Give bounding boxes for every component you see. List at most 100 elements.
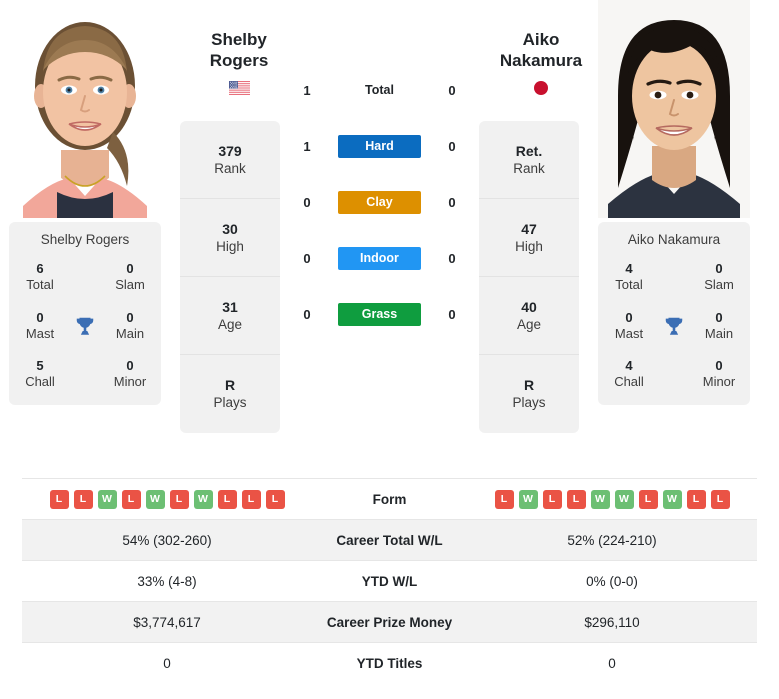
right-player-name-line1: Aiko (522, 30, 560, 49)
right-titles-chall: 4 Chall (614, 358, 644, 390)
left-titles-card: Shelby Rogers 6 Total 0 Slam 0 Mast 0 Ma… (9, 222, 161, 405)
left-player-name-line1: Shelby (211, 30, 267, 49)
h2h-indoor-right-score: 0 (448, 250, 456, 266)
left-form-badge[interactable]: L (265, 489, 285, 509)
left-ytd-wl: 33% (4-8) (22, 560, 312, 602)
flag-us-icon (179, 79, 299, 97)
left-titles-main: 0 Main (115, 309, 145, 341)
right-form-badge[interactable]: L (638, 489, 658, 509)
row-label-ytd-titles: YTD Titles (312, 642, 467, 684)
left-rank-row: 379 Rank (180, 121, 280, 199)
left-form-badge[interactable]: L (217, 489, 237, 509)
surface-badge-hard[interactable]: Hard (338, 134, 421, 158)
left-form-badge[interactable]: W (145, 489, 165, 509)
h2h-clay-left-score: 0 (303, 194, 311, 210)
left-plays-row: R Plays (213, 377, 247, 411)
left-titles-slam: 0 Slam (115, 261, 145, 293)
row-label-ytd-wl: YTD W/L (312, 560, 467, 602)
right-plays-row: R Plays (512, 377, 546, 411)
surface-badge-indoor[interactable]: Indoor (338, 246, 421, 270)
right-high-row: 47 High (479, 199, 579, 277)
right-ytd-titles: 0 (467, 642, 757, 684)
right-form-strip: LWLLWWLWLL (467, 489, 757, 509)
left-form-badge[interactable]: L (73, 489, 93, 509)
right-titles-main: 0 Main (704, 309, 734, 341)
h2h-hard-row: 1 Hard 0 (290, 118, 469, 174)
left-player-name-line2: Rogers (209, 50, 269, 70)
right-form-badge[interactable]: W (518, 489, 538, 509)
left-player-block: Shelby Rogers 6 Total 0 Slam 0 Mast 0 Ma… (0, 0, 170, 405)
left-form-badge[interactable]: L (121, 489, 141, 509)
right-titles-slam: 0 Slam (704, 261, 734, 293)
comparison-stats-table: LLWLWLWLLL Form LWLLWWLWLL 54% (302-260)… (22, 478, 757, 684)
right-titles-total: 4 Total (615, 261, 643, 293)
row-label-form: Form (312, 478, 467, 520)
h2h-total-label: Total (365, 83, 394, 97)
right-player-photo (598, 0, 750, 218)
left-high-row: 30 High (180, 199, 280, 277)
surface-badge-grass[interactable]: Grass (338, 302, 421, 326)
right-ytd-wl: 0% (0-0) (467, 560, 757, 602)
comparison-top-section: Shelby Rogers 6 Total 0 Slam 0 Mast 0 Ma… (0, 0, 779, 470)
right-rank-row: Ret. Rank (479, 121, 579, 199)
right-titles-card: Aiko Nakamura 4 Total 0 Slam 0 Mast 0 Ma… (598, 222, 750, 405)
table-row-form: LLWLWLWLLL Form LWLLWWLWLL (22, 478, 757, 520)
left-titles-total: 6 Total (26, 261, 54, 293)
right-player-header[interactable]: Aiko Nakamura (481, 30, 601, 97)
left-form-badge[interactable]: W (193, 489, 213, 509)
right-form-badge[interactable]: L (494, 489, 514, 509)
h2h-clay-row: 0 Clay 0 (290, 174, 469, 230)
head-to-head-column: 1 Total 0 1 Hard 0 0 Clay 0 0 Indoor 0 0… (290, 0, 469, 342)
right-form-badge[interactable]: W (590, 489, 610, 509)
h2h-grass-right-score: 0 (448, 306, 456, 322)
left-career-wl: 54% (302-260) (22, 519, 312, 561)
right-form-badge[interactable]: L (686, 489, 706, 509)
trophy-icon (65, 315, 105, 337)
h2h-clay-right-score: 0 (448, 194, 456, 210)
h2h-grass-left-score: 0 (303, 306, 311, 322)
left-titles-chall: 5 Chall (25, 358, 55, 390)
right-player-name-line2: Nakamura (499, 50, 583, 70)
right-form-badge[interactable]: L (566, 489, 586, 509)
surface-badge-clay[interactable]: Clay (338, 190, 421, 214)
left-form-cell: LLWLWLWLLL (22, 478, 312, 520)
table-row-ytd-titles: 0 YTD Titles 0 (22, 642, 757, 684)
left-titles-minor: 0 Minor (113, 358, 147, 390)
right-career-wl: 52% (224-210) (467, 519, 757, 561)
left-form-badge[interactable]: L (49, 489, 69, 509)
right-rank-card: Ret. Rank 47 High 40 Age R Plays (479, 121, 579, 433)
right-career-prize: $296,110 (467, 601, 757, 643)
right-player-name-small: Aiko Nakamura (627, 232, 721, 247)
trophy-icon-right (654, 315, 694, 337)
left-player-header[interactable]: Shelby Rogers (179, 30, 299, 97)
h2h-total-right-score: 0 (448, 82, 456, 98)
table-row-career-wl: 54% (302-260) Career Total W/L 52% (224-… (22, 519, 757, 561)
right-titles-mast: 0 Mast (614, 309, 644, 341)
h2h-indoor-left-score: 0 (303, 250, 311, 266)
right-form-cell: LWLLWWLWLL (467, 478, 757, 520)
right-form-badge[interactable]: L (710, 489, 730, 509)
left-titles-mast: 0 Mast (25, 309, 55, 341)
right-form-badge[interactable]: W (614, 489, 634, 509)
left-player-name-small: Shelby Rogers (40, 232, 130, 247)
left-form-badge[interactable]: W (97, 489, 117, 509)
table-row-ytd-wl: 33% (4-8) YTD W/L 0% (0-0) (22, 560, 757, 602)
right-age-row: 40 Age (479, 277, 579, 355)
row-label-career-prize: Career Prize Money (312, 601, 467, 643)
right-titles-minor: 0 Minor (702, 358, 736, 390)
left-player-photo (9, 0, 161, 218)
left-form-badge[interactable]: L (241, 489, 261, 509)
h2h-indoor-row: 0 Indoor 0 (290, 230, 469, 286)
left-ytd-titles: 0 (22, 642, 312, 684)
right-form-badge[interactable]: W (662, 489, 682, 509)
flag-jp-icon (481, 79, 601, 97)
left-form-badge[interactable]: L (169, 489, 189, 509)
h2h-hard-right-score: 0 (448, 138, 456, 154)
right-form-badge[interactable]: L (542, 489, 562, 509)
right-player-block: Aiko Nakamura 4 Total 0 Slam 0 Mast 0 Ma… (589, 0, 759, 405)
h2h-hard-left-score: 1 (303, 138, 311, 154)
left-rank-card: 379 Rank 30 High 31 Age R Plays (180, 121, 280, 433)
h2h-grass-row: 0 Grass 0 (290, 286, 469, 342)
table-row-career-prize: $3,774,617 Career Prize Money $296,110 (22, 601, 757, 643)
left-form-strip: LLWLWLWLLL (22, 489, 312, 509)
